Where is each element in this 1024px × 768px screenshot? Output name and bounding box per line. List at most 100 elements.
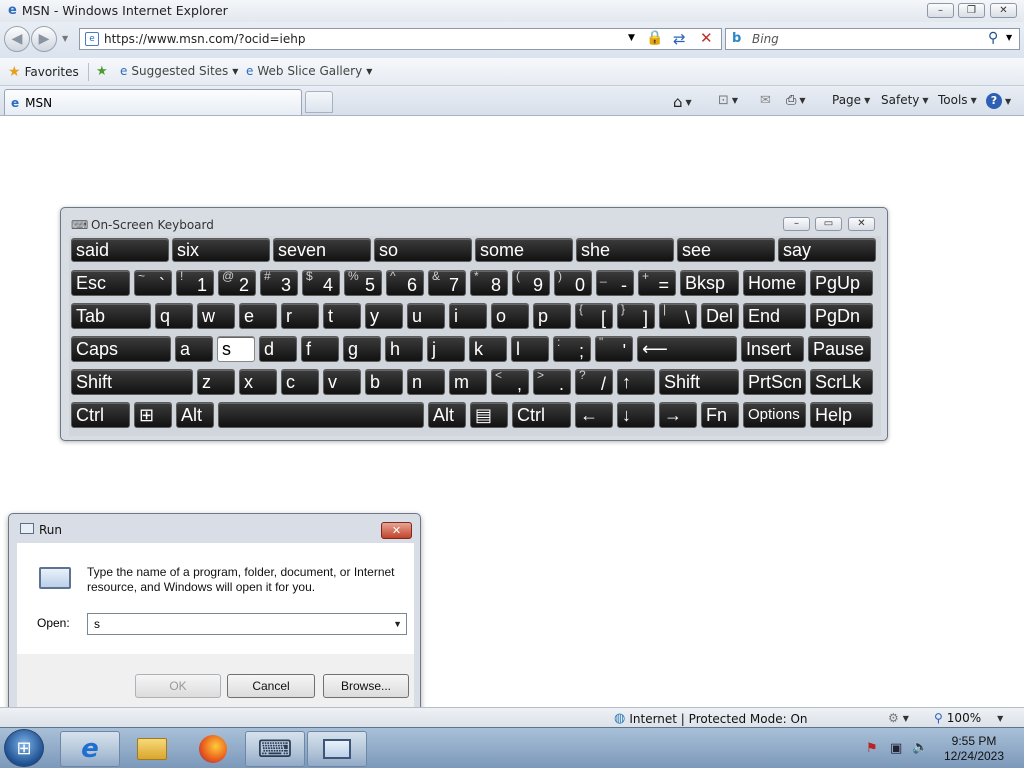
osk-key-esc[interactable]: Esc <box>71 270 130 296</box>
volume-icon[interactable]: 🔈 <box>912 740 928 755</box>
suggested-sites-link[interactable]: e Suggested Sites ▼ <box>120 64 238 78</box>
page-menu[interactable]: Page ▼ <box>832 93 870 107</box>
osk-key-options[interactable]: Options <box>743 402 806 428</box>
osk-key-ctrl[interactable]: Ctrl <box>71 402 130 428</box>
osk-key-symbol[interactable]: → <box>659 402 697 428</box>
open-combobox[interactable]: s ▼ <box>87 613 407 635</box>
osk-key-pgdn[interactable]: PgDn <box>810 303 873 329</box>
osk-prediction-key[interactable]: say <box>778 238 876 262</box>
osk-key-symbol[interactable]: * 8 <box>470 270 508 296</box>
refresh-icon[interactable]: ⇄ <box>673 30 686 48</box>
osk-key-l[interactable]: l <box>511 336 549 362</box>
osk-key-b[interactable]: b <box>365 369 403 395</box>
osk-prediction-key[interactable]: said <box>71 238 169 262</box>
search-icon[interactable]: ⚲ <box>988 30 998 46</box>
zoom-button[interactable]: ⚲ 100% ▼ <box>934 711 1003 725</box>
osk-key-w[interactable]: w <box>197 303 235 329</box>
clock[interactable]: 9:55 PM 12/24/2023 <box>932 734 1016 764</box>
osk-key-symbol[interactable]: >. <box>533 369 571 395</box>
minimize-button[interactable]: – <box>927 3 954 18</box>
osk-key-symbol[interactable]: (9 <box>512 270 550 296</box>
osk-key-symbol[interactable]: | \ <box>659 303 697 329</box>
restore-button[interactable]: ❐ <box>958 3 985 18</box>
print-button[interactable]: ⎙ ▼ <box>786 93 806 108</box>
osk-key-c[interactable]: c <box>281 369 319 395</box>
protected-mode-button[interactable]: ⚙ ▼ <box>888 711 909 725</box>
osk-key-symbol[interactable]: ) 0 <box>554 270 592 296</box>
osk-key-scrlk[interactable]: ScrLk <box>810 369 873 395</box>
on-screen-keyboard-window[interactable]: ⌨ On-Screen Keyboard – ▭ ✕ said six seven s… <box>60 207 888 441</box>
lock-icon[interactable]: 🔒 <box>646 30 663 46</box>
osk-prediction-key[interactable]: she <box>576 238 674 262</box>
tab-msn[interactable]: e MSN <box>4 89 302 115</box>
osk-key-pause[interactable]: Pause <box>808 336 871 362</box>
help-menu[interactable]: ? ▼ <box>986 93 1011 109</box>
search-options-dropdown[interactable]: ▼ <box>1006 33 1012 42</box>
osk-key-n[interactable]: n <box>407 369 445 395</box>
osk-key-symbol[interactable]: ↓ <box>617 402 655 428</box>
osk-key-alt[interactable]: Alt <box>176 402 214 428</box>
osk-key-s[interactable]: s <box>217 336 255 362</box>
osk-key-help[interactable]: Help <box>810 402 873 428</box>
osk-key-tab[interactable]: Tab <box>71 303 151 329</box>
network-icon[interactable]: ▣ <box>890 741 902 756</box>
osk-key-x[interactable]: x <box>239 369 277 395</box>
osk-key-symbol[interactable]: ~ ` <box>134 270 172 296</box>
osk-key-shift[interactable]: Shift <box>659 369 739 395</box>
taskbar-firefox[interactable] <box>183 731 243 767</box>
favorites-button[interactable]: ★ Favorites <box>8 64 79 80</box>
osk-key-symbol[interactable]: + = <box>638 270 676 296</box>
address-bar[interactable]: e https://www.msn.com/?ocid=iehp ▼ 🔒 <box>79 28 722 50</box>
osk-key-caps[interactable]: Caps <box>71 336 171 362</box>
taskbar-on-screen-keyboard[interactable]: ⌨ <box>245 731 305 767</box>
web-slice-gallery-link[interactable]: e Web Slice Gallery ▼ <box>246 64 372 78</box>
tools-menu[interactable]: Tools ▼ <box>938 93 977 107</box>
chevron-down-icon[interactable]: ▼ <box>393 614 402 634</box>
osk-key-z[interactable]: z <box>197 369 235 395</box>
browse-button[interactable]: Browse... <box>323 674 409 698</box>
osk-key-k[interactable]: k <box>469 336 507 362</box>
osk-key-i[interactable]: i <box>449 303 487 329</box>
osk-key-symbol[interactable]: }] <box>617 303 655 329</box>
osk-key-home[interactable]: Home <box>743 270 806 296</box>
osk-key-y[interactable]: y <box>365 303 403 329</box>
recent-pages-dropdown[interactable]: ▼ <box>62 34 68 43</box>
osk-prediction-key[interactable]: some <box>475 238 573 262</box>
cancel-button[interactable]: Cancel <box>227 674 315 698</box>
osk-minimize-button[interactable]: – <box>783 217 810 231</box>
osk-key-symbol[interactable]: ! 1 <box>176 270 214 296</box>
run-dialog[interactable]: Run ✕ Type the name of a program, folder… <box>8 513 421 724</box>
osk-key-shift[interactable]: Shift <box>71 369 193 395</box>
forward-button[interactable]: ▶ <box>31 26 57 52</box>
osk-key-symbol[interactable]: ^ 6 <box>386 270 424 296</box>
osk-key-insert[interactable]: Insert <box>741 336 804 362</box>
osk-key-e[interactable]: e <box>239 303 277 329</box>
osk-key-u[interactable]: u <box>407 303 445 329</box>
osk-key-fn[interactable]: Fn <box>701 402 739 428</box>
osk-key-symbol[interactable]: ⟵ <box>637 336 737 362</box>
osk-key-h[interactable]: h <box>385 336 423 362</box>
osk-key-q[interactable]: q <box>155 303 193 329</box>
osk-key-symbol[interactable]: " ' <box>595 336 633 362</box>
search-box[interactable]: b Bing ⚲ ▼ <box>725 28 1020 50</box>
security-zone[interactable]: ◍ Internet | Protected Mode: On <box>614 711 808 726</box>
osk-prediction-key[interactable]: see <box>677 238 775 262</box>
taskbar-internet-explorer[interactable]: e <box>60 731 120 767</box>
new-tab-button[interactable] <box>305 91 333 113</box>
osk-maximize-button[interactable]: ▭ <box>815 217 842 231</box>
osk-prediction-key[interactable]: six <box>172 238 270 262</box>
osk-key-alt[interactable]: Alt <box>428 402 466 428</box>
osk-key-space[interactable] <box>218 402 424 428</box>
address-dropdown-icon[interactable]: ▼ <box>628 33 635 43</box>
taskbar-run[interactable] <box>307 731 367 767</box>
osk-key-symbol[interactable]: ← <box>575 402 613 428</box>
open-input-value[interactable]: s <box>94 617 100 631</box>
read-mail-button[interactable]: ✉ <box>760 93 771 108</box>
osk-key-symbol[interactable]: #3 <box>260 270 298 296</box>
close-button[interactable]: ✕ <box>990 3 1017 18</box>
osk-key-pgup[interactable]: PgUp <box>810 270 873 296</box>
osk-prediction-key[interactable]: seven <box>273 238 371 262</box>
start-button[interactable]: ⊞ <box>4 729 44 767</box>
osk-key-symbol[interactable]: <, <box>491 369 529 395</box>
feeds-button[interactable]: ⊡ ▼ <box>718 93 738 108</box>
